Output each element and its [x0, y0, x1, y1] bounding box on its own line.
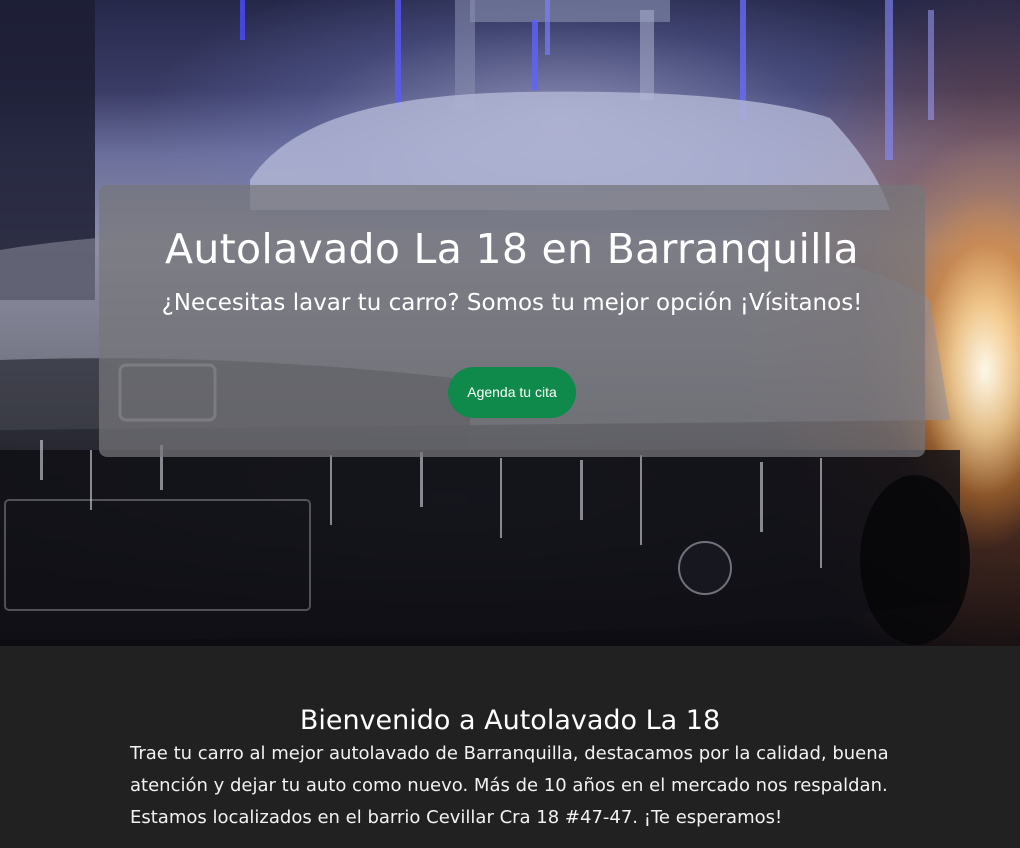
welcome-text: Trae tu carro al mejor autolavado de Bar… — [130, 743, 889, 828]
welcome-title: Bienvenido a Autolavado La 18 — [299, 705, 721, 736]
hero-subtitle: ¿Necesitas lavar tu carro? Somos tu mejo… — [161, 290, 863, 316]
hero-section: Autolavado La 18 en Barranquilla ¿Necesi… — [0, 0, 1020, 646]
welcome-section: Bienvenido a Autolavado La 18 Trae tu ca… — [0, 646, 1020, 848]
hero-card: Autolavado La 18 en Barranquilla ¿Necesi… — [99, 185, 925, 457]
hero-title: Autolavado La 18 en Barranquilla — [165, 225, 859, 273]
book-appointment-button[interactable]: Agenda tu cita — [448, 367, 576, 418]
